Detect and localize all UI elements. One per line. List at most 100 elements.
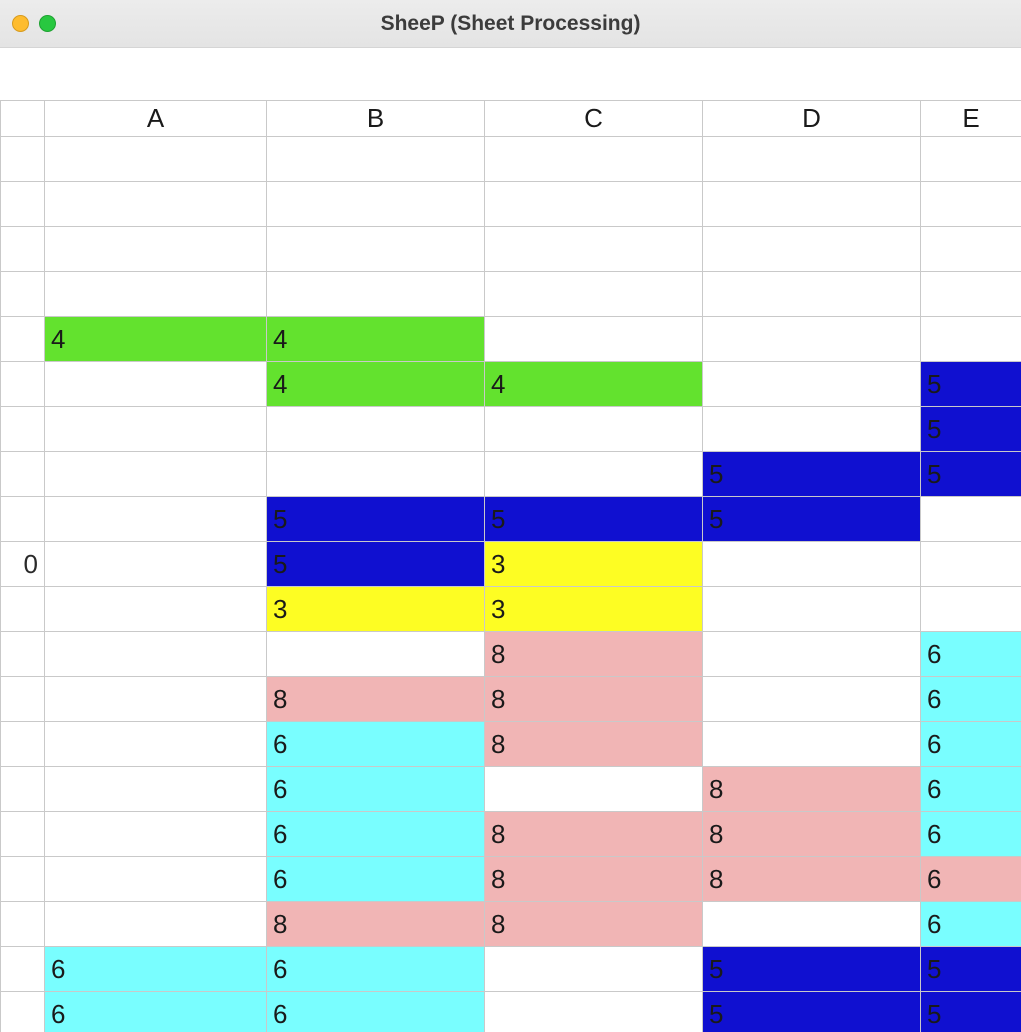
cell[interactable] [703,632,921,677]
row-header[interactable] [1,452,45,497]
cell[interactable] [45,227,267,272]
cell[interactable]: 6 [921,902,1021,947]
cell[interactable] [921,497,1021,542]
cell[interactable] [703,542,921,587]
cell[interactable] [703,317,921,362]
cell[interactable]: 6 [267,812,485,857]
cell[interactable] [45,407,267,452]
row-header[interactable] [1,227,45,272]
cell[interactable]: 4 [267,362,485,407]
row-header[interactable] [1,182,45,227]
row-header[interactable] [1,857,45,902]
cell[interactable] [45,497,267,542]
cell[interactable]: 5 [703,947,921,992]
cell[interactable]: 8 [485,632,703,677]
cell[interactable] [921,317,1021,362]
cell[interactable] [485,137,703,182]
cell[interactable]: 6 [267,992,485,1032]
cell[interactable]: 6 [45,992,267,1032]
cell[interactable]: 6 [921,722,1021,767]
row-header[interactable]: 0 [1,542,45,587]
row-header[interactable] [1,902,45,947]
cell[interactable] [921,182,1021,227]
cell[interactable] [703,272,921,317]
cell[interactable]: 5 [703,992,921,1032]
cell[interactable] [921,272,1021,317]
cell[interactable]: 5 [703,452,921,497]
cell[interactable] [703,587,921,632]
cell[interactable] [45,722,267,767]
cell[interactable]: 6 [267,767,485,812]
cell[interactable] [45,272,267,317]
cell[interactable]: 5 [267,497,485,542]
cell[interactable] [45,137,267,182]
cell[interactable]: 8 [703,767,921,812]
cell[interactable]: 8 [485,722,703,767]
cell[interactable] [267,272,485,317]
cell[interactable]: 5 [267,542,485,587]
cell[interactable]: 5 [921,362,1021,407]
cell[interactable]: 6 [921,677,1021,722]
cell[interactable]: 8 [267,677,485,722]
cell[interactable] [703,137,921,182]
cell[interactable]: 6 [267,947,485,992]
cell[interactable]: 8 [703,857,921,902]
cell[interactable]: 5 [921,992,1021,1032]
cell[interactable] [703,227,921,272]
cell[interactable]: 3 [267,587,485,632]
row-header[interactable] [1,812,45,857]
cell[interactable]: 6 [921,632,1021,677]
cell[interactable]: 5 [485,497,703,542]
cell[interactable] [921,227,1021,272]
cell[interactable] [921,542,1021,587]
cell[interactable]: 6 [45,947,267,992]
cell[interactable] [267,452,485,497]
cell[interactable] [921,137,1021,182]
cell[interactable] [45,362,267,407]
cell[interactable] [45,182,267,227]
cell[interactable] [703,677,921,722]
cell[interactable]: 5 [921,407,1021,452]
corner-cell[interactable] [1,101,45,137]
cell[interactable] [267,407,485,452]
cell[interactable]: 6 [267,722,485,767]
row-header[interactable] [1,587,45,632]
cell[interactable] [45,542,267,587]
column-header-d[interactable]: D [703,101,921,137]
cell[interactable] [485,182,703,227]
cell[interactable] [267,227,485,272]
cell[interactable]: 8 [485,812,703,857]
cell[interactable] [703,182,921,227]
row-header[interactable] [1,272,45,317]
cell[interactable] [267,632,485,677]
spreadsheet-grid[interactable]: A B C D E 444455555550533386886686686688… [0,100,1021,1032]
column-header-a[interactable]: A [45,101,267,137]
cell[interactable] [45,767,267,812]
row-header[interactable] [1,317,45,362]
row-header[interactable] [1,677,45,722]
cell[interactable] [703,407,921,452]
cell[interactable] [485,947,703,992]
cell[interactable]: 8 [485,677,703,722]
cell[interactable] [485,452,703,497]
cell[interactable]: 8 [267,902,485,947]
cell[interactable]: 4 [45,317,267,362]
cell[interactable]: 8 [485,857,703,902]
cell[interactable] [485,317,703,362]
cell[interactable] [45,902,267,947]
cell[interactable] [485,767,703,812]
cell[interactable] [921,587,1021,632]
cell[interactable]: 4 [267,317,485,362]
cell[interactable] [267,137,485,182]
row-header[interactable] [1,947,45,992]
cell[interactable]: 4 [485,362,703,407]
cell[interactable]: 6 [921,767,1021,812]
row-header[interactable] [1,632,45,677]
cell[interactable]: 3 [485,587,703,632]
column-header-c[interactable]: C [485,101,703,137]
row-header[interactable] [1,137,45,182]
cell[interactable] [485,272,703,317]
cell[interactable] [703,722,921,767]
row-header[interactable] [1,767,45,812]
row-header[interactable] [1,362,45,407]
